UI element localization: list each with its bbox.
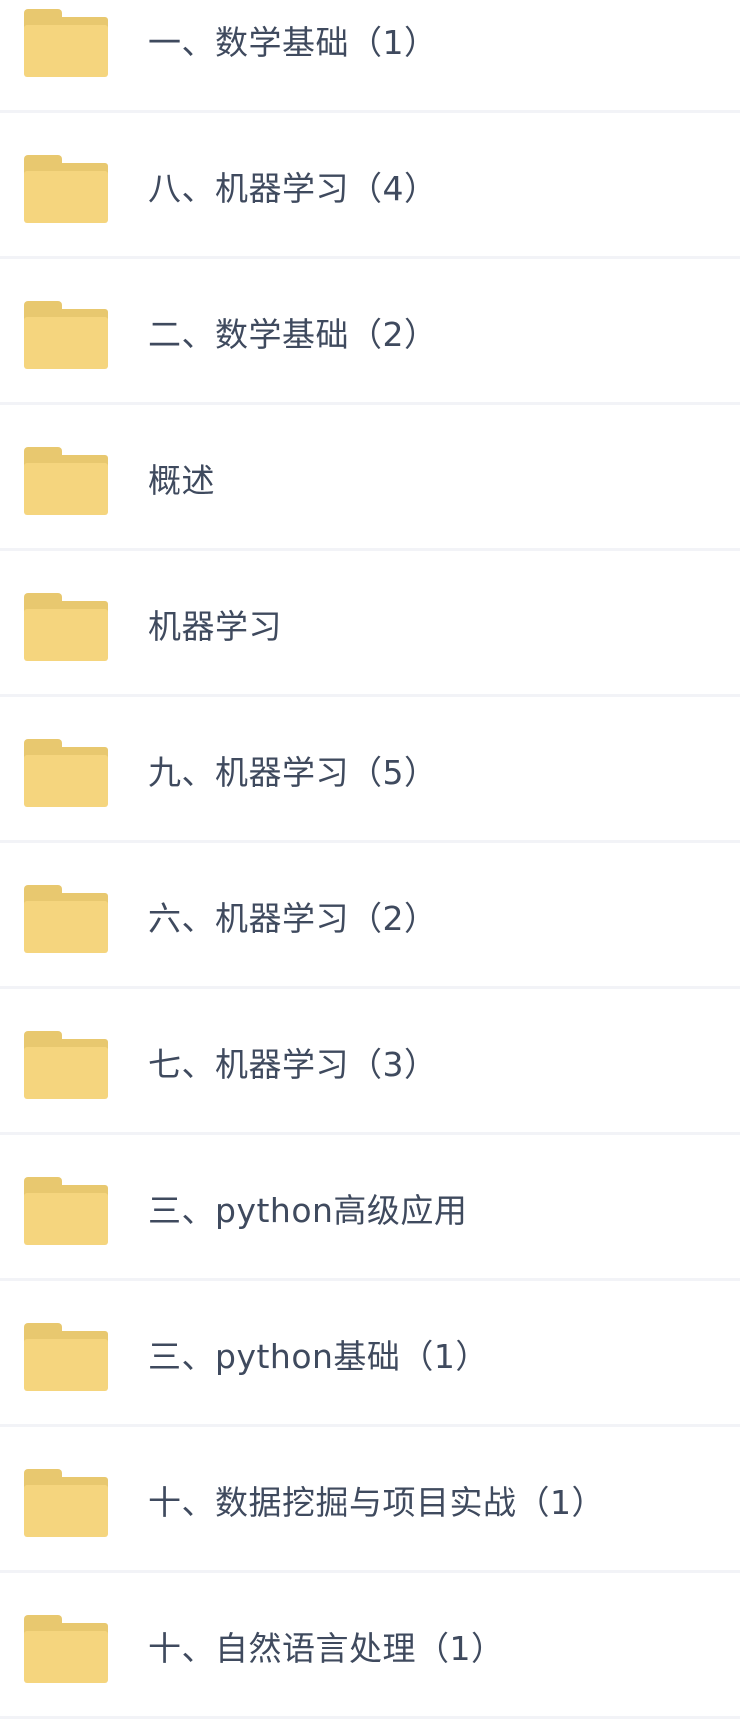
folder-row[interactable]: 六、机器学习（2） xyxy=(0,843,740,989)
folder-row[interactable]: 概述 xyxy=(0,405,740,551)
folder-icon xyxy=(24,1615,108,1683)
folder-row[interactable]: 九、机器学习（5） xyxy=(0,697,740,843)
folder-name: 八、机器学习（4） xyxy=(148,169,438,208)
folder-icon xyxy=(24,885,108,953)
folder-icon xyxy=(24,9,108,77)
folder-icon xyxy=(24,1031,108,1099)
folder-icon xyxy=(24,593,108,661)
folder-name: 六、机器学习（2） xyxy=(148,899,438,938)
folder-row[interactable]: 机器学习 xyxy=(0,551,740,697)
folder-icon xyxy=(24,1323,108,1391)
folder-icon xyxy=(24,1469,108,1537)
folder-row[interactable]: 三、python基础（1） xyxy=(0,1281,740,1427)
folder-row[interactable]: 一、数学基础（1） xyxy=(0,0,740,113)
folder-name: 一、数学基础（1） xyxy=(148,23,438,62)
folder-icon xyxy=(24,1177,108,1245)
folder-name: 十、自然语言处理（1） xyxy=(148,1629,505,1668)
folder-name: 概述 xyxy=(148,461,215,500)
folder-icon xyxy=(24,739,108,807)
folder-icon xyxy=(24,301,108,369)
folder-name: 三、python高级应用 xyxy=(148,1191,468,1230)
folder-row[interactable]: 二、数学基础（2） xyxy=(0,259,740,405)
folder-name: 九、机器学习（5） xyxy=(148,753,438,792)
folder-list: 一、数学基础（1） 八、机器学习（4） 二、数学基础（2） 概述 机器学习 九、… xyxy=(0,0,740,1719)
folder-row[interactable]: 七、机器学习（3） xyxy=(0,989,740,1135)
folder-row[interactable]: 三、python高级应用 xyxy=(0,1135,740,1281)
folder-row[interactable]: 十、自然语言处理（1） xyxy=(0,1573,740,1719)
folder-icon xyxy=(24,155,108,223)
folder-row[interactable]: 八、机器学习（4） xyxy=(0,113,740,259)
folder-name: 二、数学基础（2） xyxy=(148,315,438,354)
folder-row[interactable]: 十、数据挖掘与项目实战（1） xyxy=(0,1427,740,1573)
folder-icon xyxy=(24,447,108,515)
folder-name: 十、数据挖掘与项目实战（1） xyxy=(148,1483,605,1522)
folder-name: 七、机器学习（3） xyxy=(148,1045,438,1084)
folder-name: 机器学习 xyxy=(148,607,282,646)
folder-name: 三、python基础（1） xyxy=(148,1337,489,1376)
